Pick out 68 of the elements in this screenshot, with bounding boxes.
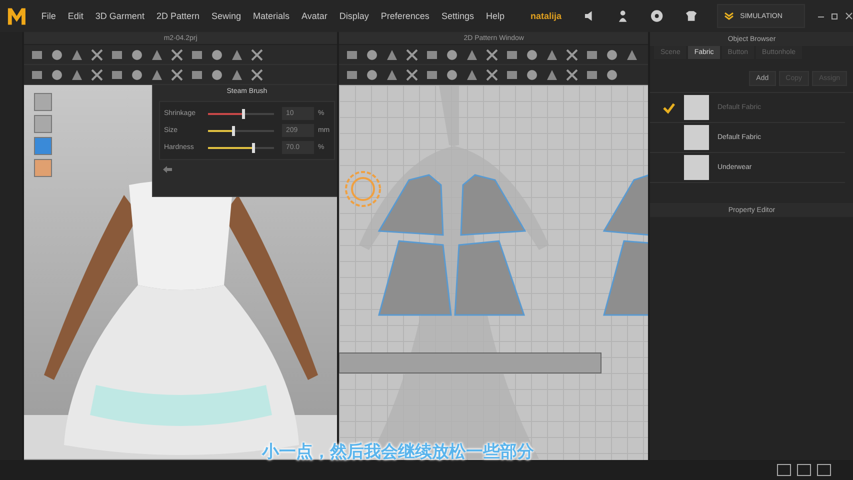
layout-icon[interactable] — [797, 464, 811, 476]
tool-icon[interactable] — [210, 48, 224, 62]
menu-item[interactable]: Avatar — [296, 11, 334, 21]
tool-icon[interactable] — [70, 48, 84, 62]
tool-icon[interactable] — [50, 68, 64, 82]
fabric-swatch[interactable] — [684, 125, 710, 150]
tool-icon[interactable] — [210, 68, 224, 82]
menu-item[interactable]: File — [35, 11, 62, 21]
tool-icon[interactable] — [545, 68, 560, 82]
tool-icon[interactable] — [545, 48, 560, 62]
tool-icon[interactable] — [525, 48, 540, 62]
back-arrow-icon[interactable] — [162, 166, 172, 173]
tool-icon[interactable] — [605, 48, 620, 62]
tool-icon[interactable] — [445, 48, 460, 62]
tool-icon[interactable] — [485, 68, 500, 82]
menu-item[interactable]: Preferences — [374, 11, 436, 21]
tool-icon[interactable] — [230, 68, 244, 82]
menu-item[interactable]: Help — [480, 11, 510, 21]
tool-icon[interactable] — [170, 68, 184, 82]
tool-icon[interactable] — [250, 48, 264, 62]
app-logo — [6, 5, 28, 27]
tool-icon[interactable] — [90, 48, 104, 62]
tool-icon[interactable] — [525, 68, 540, 82]
tool-icon[interactable] — [465, 68, 480, 82]
user-name[interactable]: natalija — [530, 11, 562, 21]
tool-icon[interactable] — [90, 68, 104, 82]
menu-item[interactable]: 3D Garment — [89, 11, 150, 21]
tool-icon[interactable] — [565, 48, 580, 62]
avatar-tool-icon[interactable] — [34, 93, 52, 111]
tool-icon[interactable] — [70, 68, 84, 82]
tool-icon[interactable] — [405, 48, 420, 62]
tool-icon[interactable] — [465, 48, 480, 62]
tool-icon[interactable] — [385, 68, 400, 82]
shirt-icon[interactable] — [684, 10, 698, 22]
tool-icon[interactable] — [485, 48, 500, 62]
tool-icon[interactable] — [385, 48, 400, 62]
tool-icon[interactable] — [365, 48, 380, 62]
layout-icon[interactable] — [777, 464, 791, 476]
tool-icon[interactable] — [230, 48, 244, 62]
tool-icon[interactable] — [365, 68, 380, 82]
tool-icon[interactable] — [130, 48, 144, 62]
menu-item[interactable]: Display — [333, 11, 375, 21]
tool-icon[interactable] — [565, 68, 580, 82]
menu-item[interactable]: Edit — [62, 11, 90, 21]
tool-icon[interactable] — [445, 68, 460, 82]
tool-icon[interactable] — [170, 48, 184, 62]
tool-icon[interactable] — [250, 68, 264, 82]
fabric-swatch[interactable] — [684, 155, 710, 180]
tool-icon[interactable] — [130, 68, 144, 82]
person-icon[interactable] — [617, 10, 629, 22]
menu-item[interactable]: 2D Pattern — [150, 11, 206, 21]
brush-cursor-icon — [343, 169, 384, 209]
tool-icon[interactable] — [50, 48, 64, 62]
tool-icon[interactable] — [605, 68, 620, 82]
fabric-swatch[interactable] — [684, 95, 710, 120]
menu-item[interactable]: Sewing — [205, 11, 248, 21]
tool-icon[interactable] — [625, 48, 640, 62]
chevrons-icon — [724, 12, 734, 20]
check-icon[interactable] — [662, 100, 676, 114]
tool-icon[interactable] — [150, 68, 164, 82]
menu-item[interactable]: Settings — [435, 11, 480, 21]
tool-icon[interactable] — [405, 68, 420, 82]
layout-icon[interactable] — [817, 464, 831, 476]
menu-item[interactable]: Materials — [247, 11, 296, 21]
avatar-tool-icon[interactable] — [34, 115, 52, 133]
close-icon[interactable] — [845, 12, 853, 20]
restore-icon[interactable] — [831, 12, 840, 20]
tool-icon[interactable] — [150, 48, 164, 62]
